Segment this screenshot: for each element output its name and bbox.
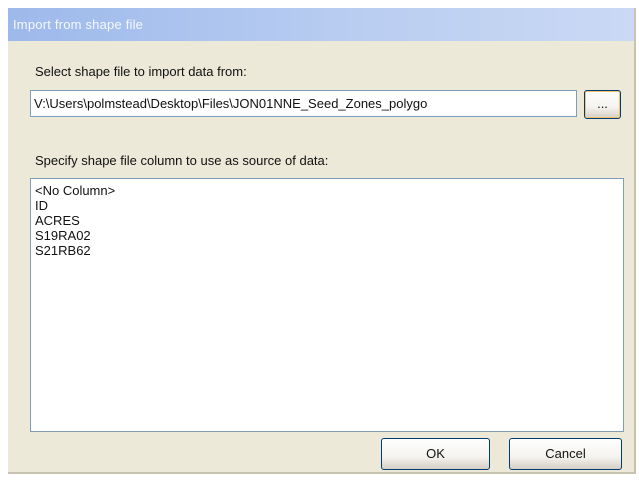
list-item-id[interactable]: ID — [35, 198, 623, 213]
browse-button[interactable]: ... — [584, 90, 621, 119]
title-bar[interactable]: Import from shape file — [8, 8, 634, 41]
ok-button[interactable]: OK — [381, 438, 490, 470]
window-title: Import from shape file — [13, 17, 144, 32]
column-source-label: Specify shape file column to use as sour… — [35, 153, 329, 168]
list-item-s19ra02[interactable]: S19RA02 — [35, 228, 623, 243]
column-listbox[interactable]: <No Column> ID ACRES S19RA02 S21RB62 — [30, 178, 624, 432]
import-shape-file-dialog: Import from shape file Select shape file… — [8, 8, 636, 474]
list-item-no-column[interactable]: <No Column> — [35, 183, 623, 198]
cancel-button[interactable]: Cancel — [509, 438, 622, 470]
list-item-acres[interactable]: ACRES — [35, 213, 623, 228]
shape-file-label: Select shape file to import data from: — [35, 64, 247, 79]
shape-file-path-input[interactable]: V:\Users\polmstead\Desktop\Files\JON01NN… — [30, 90, 577, 117]
list-item-s21rb62[interactable]: S21RB62 — [35, 243, 623, 258]
